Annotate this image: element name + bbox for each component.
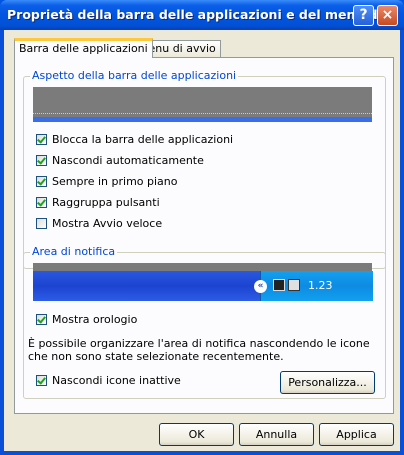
window-title: Proprietà della barra delle applicazioni… (7, 7, 392, 22)
notification-group-title: Area di notifica (30, 245, 118, 258)
tab-taskbar[interactable]: Barra delle applicazioni (14, 38, 153, 58)
show-clock-checkbox[interactable]: Mostra orologio (36, 313, 137, 326)
preview-clock: 1.23 (308, 279, 333, 292)
checkbox-box[interactable] (36, 314, 47, 325)
checkbox-box[interactable] (36, 155, 47, 166)
checkbox-label: Nascondi automaticamente (52, 154, 204, 167)
appearance-group-title: Aspetto della barra delle applicazioni (30, 69, 239, 82)
appearance-group: Aspetto della barra delle applicazioni B… (23, 69, 386, 269)
apply-button[interactable]: Applica (319, 423, 394, 446)
notification-preview: « 1.23 (33, 263, 373, 301)
customize-button[interactable]: Personalizza... (280, 371, 375, 394)
preview-taskbar-strip (33, 117, 372, 122)
checkbox-box[interactable] (36, 134, 47, 145)
help-button[interactable]: ? (353, 5, 374, 26)
checkbox-label: Raggruppa pulsanti (52, 196, 160, 209)
title-bar[interactable]: Proprietà della barra delle applicazioni… (0, 0, 404, 30)
network-icon (273, 279, 285, 291)
preview-desktop-area (33, 263, 372, 271)
notification-group: Area di notifica « 1.23 Mostra orologio … (23, 245, 386, 399)
checkbox-label: Nascondi icone inattive (52, 374, 181, 387)
checkbox-box[interactable] (36, 197, 47, 208)
quick-launch-checkbox[interactable]: Mostra Avvio veloce (36, 217, 162, 230)
checkbox-label: Sempre in primo piano (52, 175, 178, 188)
cancel-button[interactable]: Annulla (239, 423, 314, 446)
checkbox-label: Blocca la barra delle applicazioni (52, 133, 234, 146)
hide-inactive-icons-checkbox[interactable]: Nascondi icone inattive (36, 374, 181, 387)
group-buttons-checkbox[interactable]: Raggruppa pulsanti (36, 196, 160, 209)
lock-taskbar-checkbox[interactable]: Blocca la barra delle applicazioni (36, 133, 233, 146)
ok-button[interactable]: OK (159, 423, 234, 446)
auto-hide-checkbox[interactable]: Nascondi automaticamente (36, 154, 204, 167)
preview-dotted-line (33, 113, 372, 114)
printer-icon (288, 279, 300, 291)
always-on-top-checkbox[interactable]: Sempre in primo piano (36, 175, 178, 188)
notification-description: È possibile organizzare l'area di notifi… (28, 337, 370, 363)
checkbox-box[interactable] (36, 176, 47, 187)
checkbox-label: Mostra Avvio veloce (52, 217, 163, 230)
tab-panel: Aspetto della barra delle applicazioni B… (14, 57, 394, 414)
chevron-left-icon: « (254, 280, 267, 293)
dialog-client: Barra delle applicazioni Menu di avvio A… (4, 30, 400, 451)
dialog-window: Proprietà della barra delle applicazioni… (0, 0, 404, 455)
checkbox-box[interactable] (36, 218, 47, 229)
taskbar-preview (33, 87, 372, 122)
checkbox-box[interactable] (36, 375, 47, 386)
close-button[interactable]: × (377, 5, 398, 26)
checkbox-label: Mostra orologio (52, 313, 138, 326)
